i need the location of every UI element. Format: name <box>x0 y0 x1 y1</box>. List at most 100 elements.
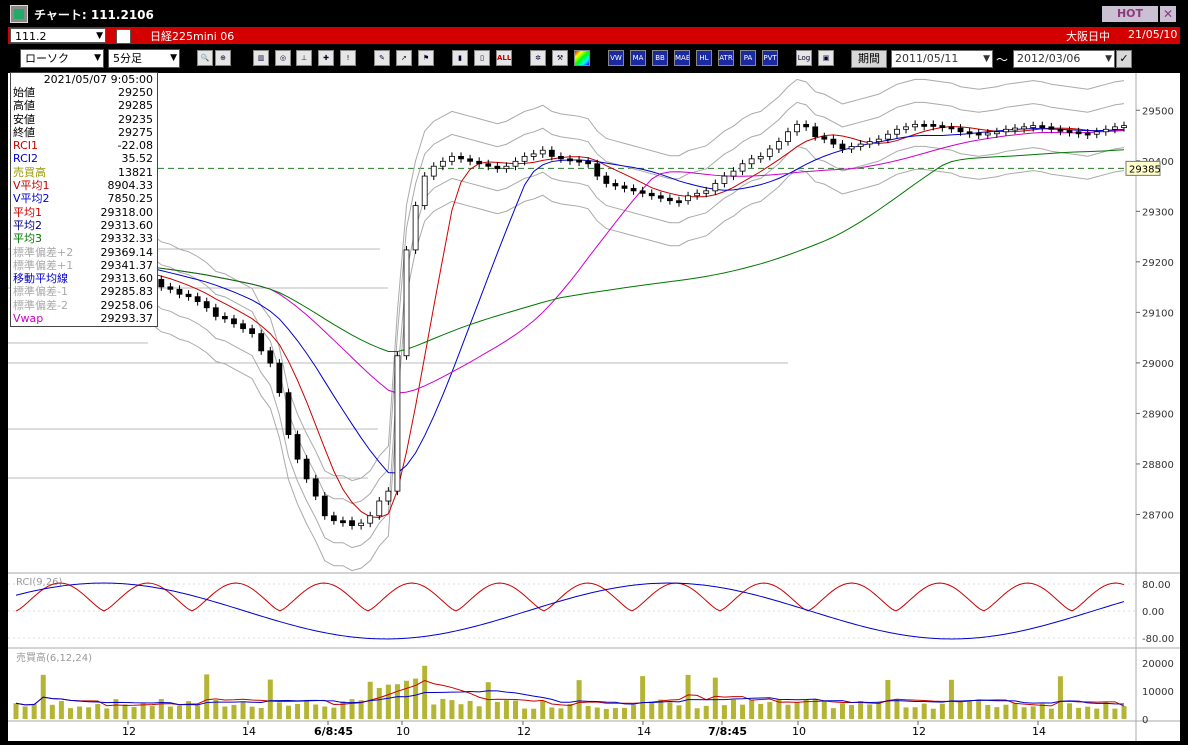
volume-bar <box>86 707 92 719</box>
volume-bar <box>1094 708 1100 719</box>
candle-body <box>1121 125 1127 129</box>
volume-bar <box>1103 701 1109 719</box>
date-from-field[interactable]: 2011/05/11 ▼ <box>891 50 993 68</box>
info-label: 平均1 <box>13 205 42 219</box>
ma-icon[interactable]: MA <box>630 50 646 66</box>
hot-button[interactable]: HOT <box>1102 6 1158 22</box>
save-icon[interactable]: ▣ <box>818 50 834 66</box>
pencil-icon[interactable]: ✎ <box>374 50 390 66</box>
chart-type-value: ローソク <box>25 52 69 65</box>
volume-bar <box>958 702 964 719</box>
volume-bar <box>1085 706 1091 719</box>
candle-body <box>730 170 737 177</box>
candle-body <box>548 149 555 157</box>
x-tick-label: 14 <box>1032 725 1046 738</box>
info-label: 標準偏差+2 <box>13 245 74 259</box>
volume-title: 売買高(6,12,24) <box>16 651 92 664</box>
volume-bar <box>431 704 437 719</box>
info-value: 35.52 <box>121 152 154 166</box>
info-row: V平均1 8904.33 <box>11 179 157 192</box>
rci-tick-label: 80.00 <box>1142 580 1171 591</box>
bb-icon[interactable]: BB <box>652 50 668 66</box>
volume-bar <box>531 708 537 719</box>
rci-tick-label: 0.00 <box>1142 607 1164 618</box>
vwap-icon[interactable]: VW AP <box>608 50 624 66</box>
candle-body <box>630 187 637 192</box>
volume-bar <box>503 700 509 719</box>
period-button[interactable]: 期間 <box>851 50 887 68</box>
wrench-icon[interactable]: ⚒ <box>552 50 568 66</box>
volume-bar <box>885 680 891 719</box>
arrow-icon[interactable]: ➚ <box>396 50 412 66</box>
info-row: 高値 29285 <box>11 99 157 112</box>
search-chart-icon[interactable]: ◎ <box>275 50 291 66</box>
para-icon[interactable]: PA RA <box>740 50 756 66</box>
volume-bar <box>149 706 155 719</box>
candle-body <box>912 123 919 128</box>
volume-tick-label: 10000 <box>1142 687 1174 698</box>
cog-icon[interactable]: ✲ <box>530 50 546 66</box>
info-row: 終値 29275 <box>11 126 157 139</box>
symbol-bar: 111.2 ▼ 日経225mini 06 大阪日中 21/05/10 <box>8 27 1180 44</box>
flag-icon[interactable]: ⚑ <box>418 50 434 66</box>
volume-bar <box>458 704 464 719</box>
line-icon[interactable]: ⊥ <box>296 50 312 66</box>
volume-bar <box>204 674 210 719</box>
alert-icon[interactable]: ! <box>340 50 356 66</box>
apply-check-button[interactable]: ✓ <box>1116 50 1132 68</box>
color-icon[interactable] <box>574 50 590 66</box>
volume-bar <box>740 704 746 719</box>
date-to-field[interactable]: 2012/03/06 ▼ <box>1013 50 1115 68</box>
candle-body <box>1012 127 1018 131</box>
volume-bar <box>58 701 64 719</box>
interval-select[interactable]: 5分足 ▼ <box>108 49 180 68</box>
all-icon[interactable]: ALL <box>496 50 512 66</box>
atr-icon[interactable]: ATR <box>718 50 734 66</box>
info-row: 移動平均線 29313.60 <box>11 272 157 285</box>
zoom-icon[interactable]: ⊕ <box>215 50 231 66</box>
volume-bar <box>176 705 182 719</box>
info-label: Vwap <box>13 312 44 326</box>
chart-area[interactable]: 2950029400293002920029100290002890028800… <box>8 73 1180 741</box>
chevron-down-icon: ▼ <box>94 53 101 63</box>
magnify-icon[interactable]: 🔍 <box>197 50 213 66</box>
info-value: 29313.60 <box>100 218 154 232</box>
volume-bar <box>513 700 519 719</box>
volume-bar <box>985 704 991 719</box>
crosshair-icon[interactable]: ✚ <box>318 50 334 66</box>
pvt-icon[interactable]: PVT <box>762 50 778 66</box>
last-price-label: 29385 <box>1129 164 1161 175</box>
x-tick-label: 14 <box>637 725 651 738</box>
candle-body <box>739 163 746 172</box>
hl-icon[interactable]: HL <box>696 50 712 66</box>
chart-type-select[interactable]: ローソク ▼ <box>20 49 104 68</box>
chevron-down-icon: ▼ <box>96 31 103 41</box>
volume-bar <box>621 707 627 719</box>
log-icon[interactable]: Log <box>796 50 812 66</box>
volume-bar <box>222 706 228 719</box>
candle-body <box>1075 131 1082 135</box>
candle-body <box>394 355 401 492</box>
symbol-search-button[interactable] <box>116 29 131 44</box>
candle-body <box>667 197 673 202</box>
volume-bar <box>1067 703 1073 719</box>
candle-icon[interactable]: ▮ <box>452 50 468 66</box>
candle2-icon[interactable]: ▯ <box>474 50 490 66</box>
y-tick-label: 28700 <box>1142 510 1174 521</box>
mae-icon[interactable]: MAE <box>674 50 690 66</box>
chevron-down-icon: ▼ <box>170 53 177 63</box>
volume-bar <box>1012 703 1018 719</box>
volume-bar <box>1076 707 1082 719</box>
price-chart-svg[interactable]: 2950029400293002920029100290002890028800… <box>8 73 1180 741</box>
close-button[interactable]: ✕ <box>1160 6 1176 22</box>
symbol-code-select[interactable]: 111.2 ▼ <box>10 28 106 43</box>
volume-bar <box>276 702 282 719</box>
candle-body <box>603 175 610 184</box>
bars-icon[interactable]: ▥ <box>253 50 269 66</box>
candle-body <box>621 185 628 189</box>
info-row: 標準偏差-2 29258.06 <box>11 299 157 312</box>
volume-bar <box>49 704 55 719</box>
candle-body <box>921 123 928 127</box>
candle-body <box>639 190 646 194</box>
volume-bar <box>1121 706 1127 719</box>
